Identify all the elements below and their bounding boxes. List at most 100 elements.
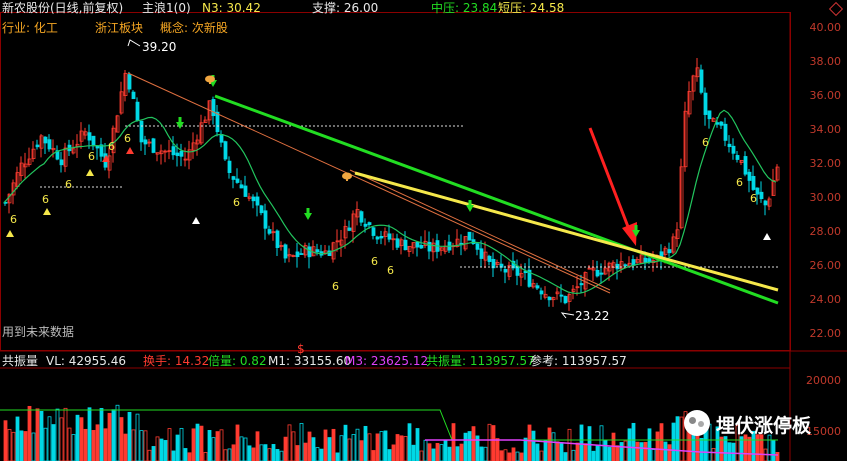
- volume-bar: [331, 428, 336, 461]
- candle-body: [251, 196, 256, 202]
- price-axis-tick: 26.00: [809, 259, 842, 272]
- candle-body: [223, 141, 228, 160]
- candle-body: [415, 241, 420, 248]
- candle-body: [267, 229, 272, 234]
- volume-bar: [39, 411, 44, 461]
- candle-body: [503, 269, 508, 273]
- green-arrow-icon: [306, 208, 310, 214]
- region-tag: 浙江板块: [95, 21, 144, 35]
- mushroom-icon: [346, 176, 348, 181]
- volume-bar: [427, 443, 432, 461]
- volume-bar: [359, 440, 364, 461]
- volume-bar: [155, 436, 160, 461]
- green-arrow-icon: [304, 213, 312, 220]
- volume-bar: [455, 446, 460, 461]
- volume-bar: [607, 446, 612, 461]
- candle-body: [379, 235, 384, 239]
- candle-body: [427, 241, 432, 252]
- volume-bar: [283, 436, 288, 461]
- stock-title: 新农股份(日线,前复权): [2, 1, 124, 15]
- kline-chart[interactable]: [0, 0, 847, 461]
- vl-value: VL: 42955.46: [46, 354, 127, 368]
- volume-bar: [531, 430, 536, 461]
- volume-bar: [215, 431, 220, 461]
- volume-bar: [639, 442, 644, 461]
- volume-bar: [143, 430, 148, 461]
- volume-bar: [503, 449, 508, 461]
- candle-body: [515, 265, 520, 276]
- volume-title[interactable]: 共振量: [2, 354, 38, 368]
- volume-bar: [183, 448, 188, 461]
- volume-bar: [727, 442, 732, 461]
- volume-bar: [435, 443, 440, 461]
- volume-bar: [643, 441, 648, 461]
- candle-body: [179, 151, 184, 157]
- volume-bar: [299, 423, 304, 461]
- candle-body: [547, 296, 552, 301]
- volume-bar: [507, 452, 512, 461]
- volume-bar: [547, 427, 552, 461]
- candle-body: [99, 144, 104, 157]
- candle-body: [307, 246, 312, 258]
- candle-body: [735, 155, 740, 160]
- volume-axis-tick: 20000: [806, 374, 841, 387]
- volume-bar: [663, 441, 668, 461]
- candle-body: [139, 120, 144, 143]
- volume-bar: [7, 428, 12, 461]
- candle-body: [623, 264, 628, 267]
- volume-bar: [447, 446, 452, 461]
- volume-bar: [127, 411, 132, 461]
- candle-body: [59, 159, 64, 166]
- concept-tag: 概念: 次新股: [160, 21, 228, 35]
- volume-bar: [395, 434, 400, 461]
- candle-body: [235, 178, 240, 183]
- signal-six: 6: [42, 193, 49, 206]
- volume-bar: [747, 436, 752, 461]
- volume-bar: [67, 427, 72, 461]
- volume-bar: [399, 435, 404, 461]
- volume-bar: [15, 416, 20, 461]
- candle-body: [263, 210, 268, 229]
- volume-bar: [591, 450, 596, 461]
- candle-body: [95, 145, 100, 149]
- volume-bars-group: [0, 404, 780, 461]
- low-price-label: 23.22: [575, 309, 610, 323]
- signal-six: 6: [371, 255, 378, 268]
- candle-body: [699, 69, 704, 93]
- volume-bar: [587, 426, 592, 461]
- green-arrow-icon: [466, 205, 474, 212]
- volume-bar: [23, 431, 28, 461]
- candle-body: [419, 244, 424, 249]
- candle-body: [131, 91, 136, 100]
- volume-bar: [199, 425, 204, 461]
- indicator-name[interactable]: 主浪1(0): [142, 1, 191, 15]
- mushroom-icon: [209, 79, 211, 84]
- signal-six: 6: [124, 132, 131, 145]
- price-axis-tick: 32.00: [809, 157, 842, 170]
- volume-bar: [407, 423, 412, 461]
- candle-body: [759, 191, 764, 200]
- price-axis-tick: 40.00: [809, 21, 842, 34]
- signal-six: 6: [10, 213, 17, 226]
- volume-bar: [203, 452, 208, 461]
- volume-bar: [499, 450, 504, 461]
- volume-bar: [675, 416, 680, 461]
- m3-value: M3: 23625.12: [345, 354, 429, 368]
- n3-value: N3: 30.42: [202, 1, 261, 15]
- volume-bar: [187, 452, 192, 461]
- volume-bar: [487, 423, 492, 461]
- candle-body: [219, 134, 224, 143]
- volume-bar: [251, 447, 256, 461]
- candle-body: [475, 243, 480, 250]
- volume-bar: [419, 450, 424, 461]
- volume-bar: [467, 431, 472, 461]
- volume-bar: [391, 444, 396, 461]
- volume-bar: [95, 424, 100, 461]
- volume-bar: [571, 449, 576, 461]
- volume-bar: [223, 449, 228, 461]
- volume-bar: [311, 437, 316, 461]
- volume-bar: [131, 429, 136, 461]
- volume-bar: [775, 452, 780, 461]
- signal-triangle: [86, 169, 94, 176]
- volume-bar: [411, 444, 416, 461]
